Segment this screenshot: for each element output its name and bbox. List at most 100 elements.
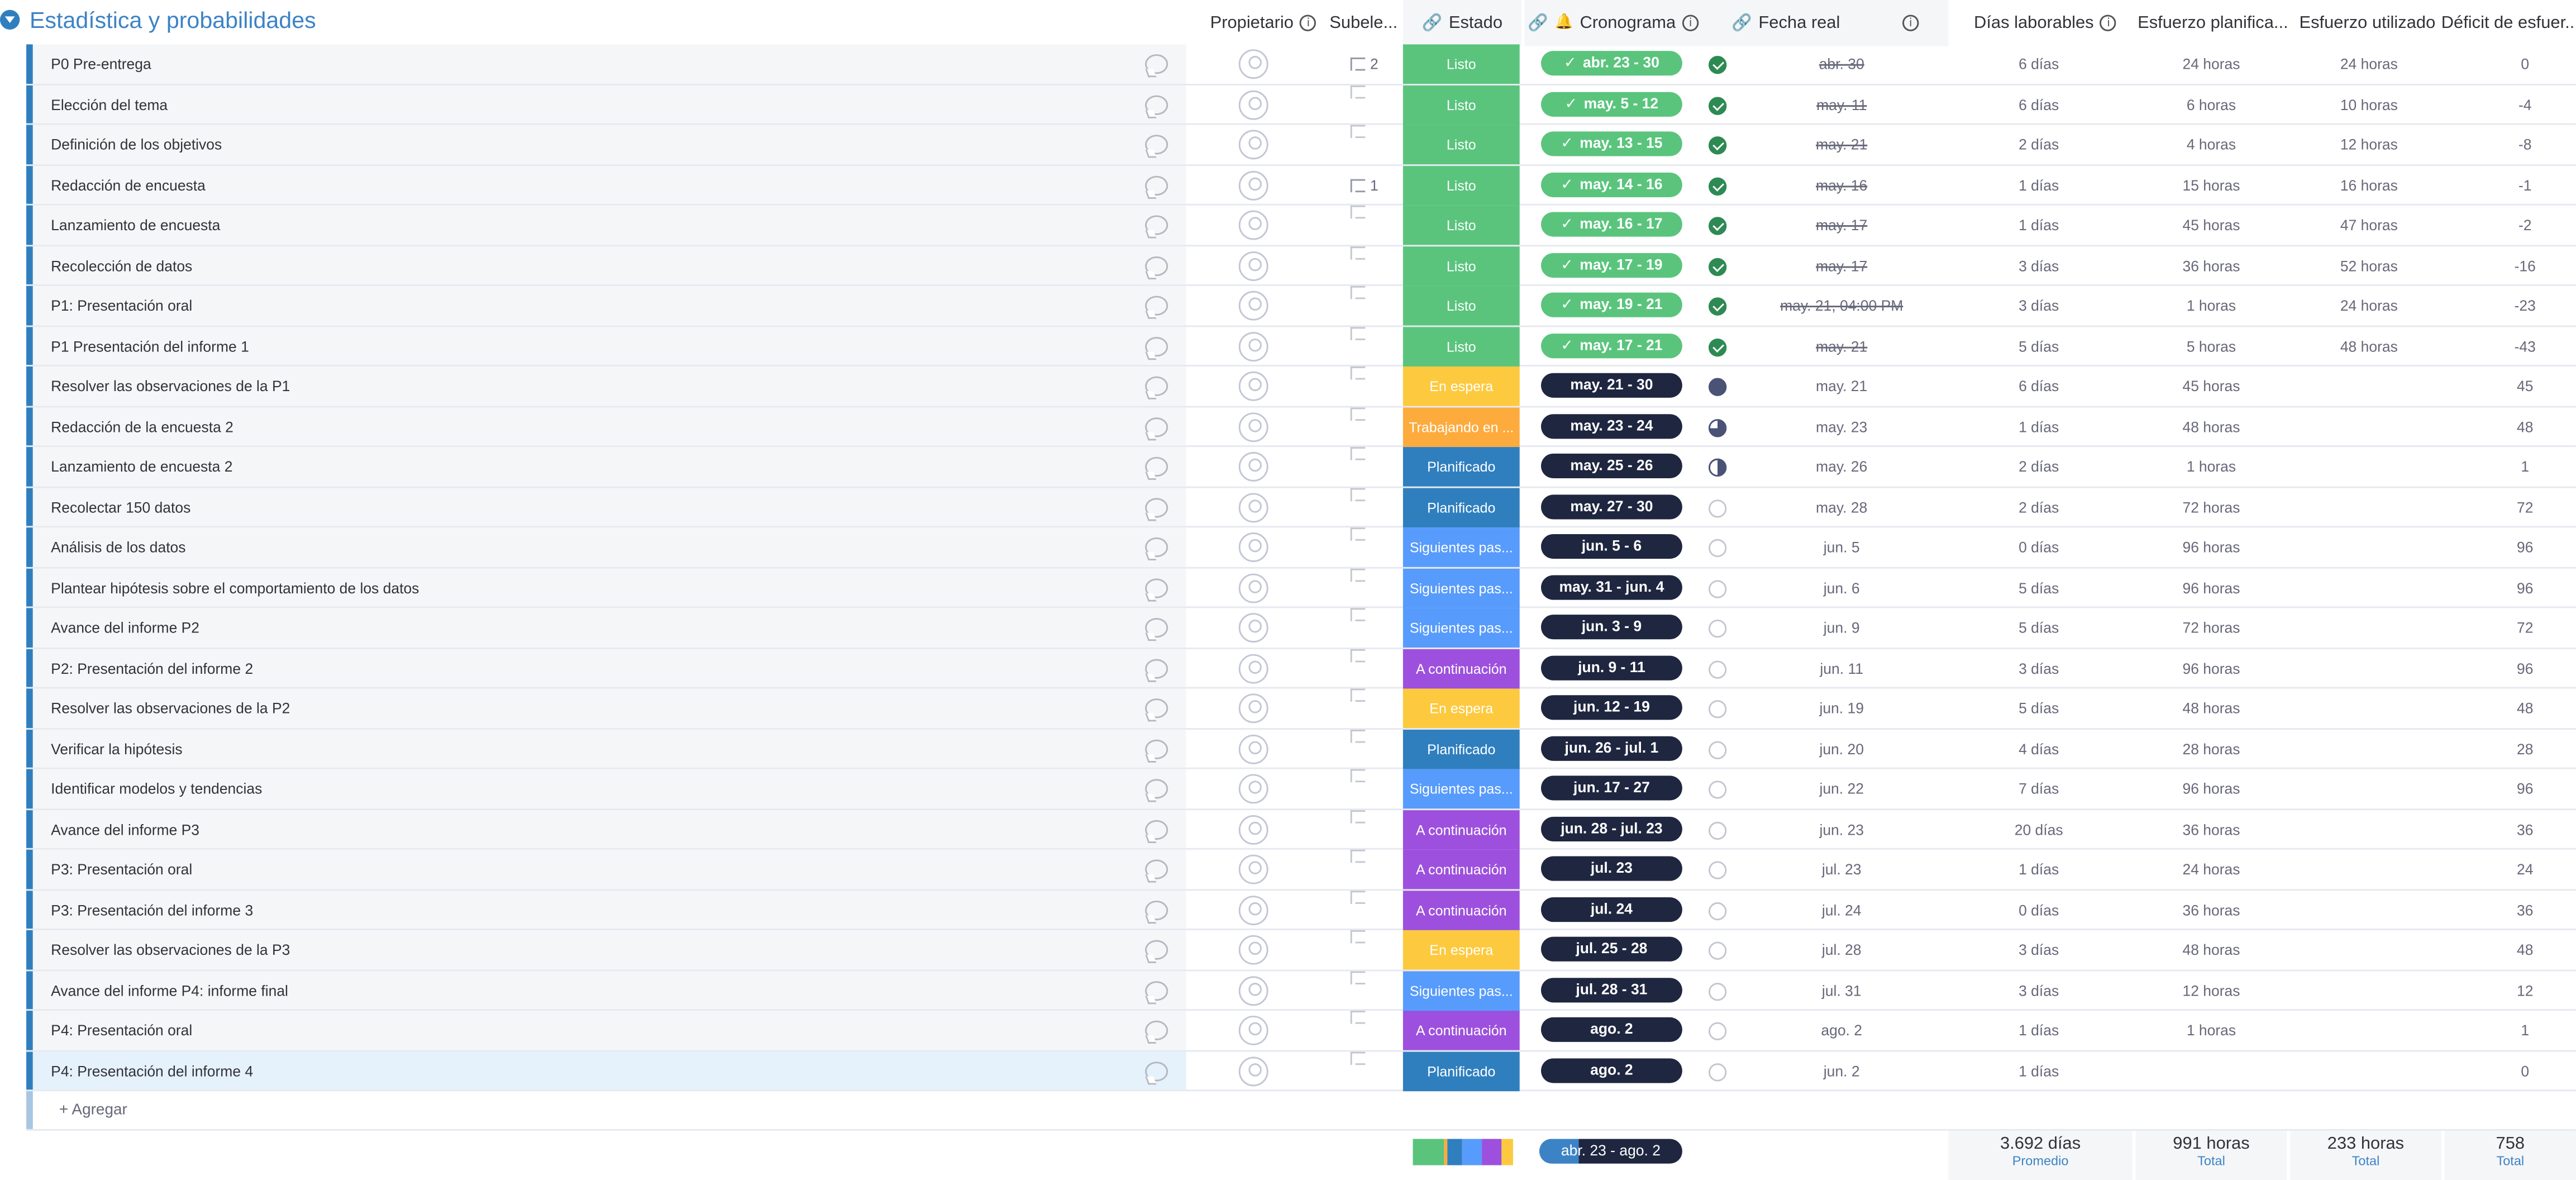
subitems-cell[interactable]	[1350, 930, 1370, 944]
deficit-value[interactable]: 1	[2448, 1011, 2576, 1050]
actual-date[interactable]: may. 17	[1735, 246, 1948, 286]
table-row[interactable]: P4: Presentación oral A continuación ago…	[26, 1011, 2576, 1051]
table-row[interactable]: Redacción de la encuesta 2 Trabajando en…	[26, 407, 2576, 448]
deficit-value[interactable]: 48	[2448, 407, 2576, 446]
actual-date[interactable]: jun. 19	[1735, 688, 1948, 728]
item-name[interactable]: Redacción de la encuesta 2	[51, 407, 233, 446]
chat-bubble-icon[interactable]	[1145, 940, 1168, 960]
timeline-pill[interactable]: may. 31 - jun. 4	[1540, 574, 1682, 599]
table-row[interactable]: Resolver las observaciones de la P1 En e…	[26, 366, 2576, 407]
chat-bubble-icon[interactable]	[1145, 779, 1168, 799]
subitems-cell[interactable]	[1350, 286, 1370, 299]
status-label[interactable]: En espera	[1403, 366, 1520, 406]
item-name[interactable]: P1 Presentación del informe 1	[51, 326, 249, 366]
timeline-pill[interactable]: may. 23 - 24	[1540, 413, 1682, 438]
workdays-value[interactable]: 0 días	[1948, 890, 2129, 930]
deficit-value[interactable]: -2	[2448, 206, 2576, 245]
timeline-pill[interactable]: jun. 28 - jul. 23	[1540, 816, 1682, 841]
workdays-value[interactable]: 20 días	[1948, 810, 2129, 849]
person-icon[interactable]	[1238, 935, 1268, 965]
subitems-cell[interactable]	[1350, 809, 1370, 823]
deficit-summary[interactable]: 758 Total	[2444, 1130, 2576, 1180]
deficit-value[interactable]: -43	[2448, 326, 2576, 366]
used-effort-summary[interactable]: 233 horas Total	[2290, 1130, 2441, 1180]
item-name[interactable]: P2: Presentación del informe 2	[51, 648, 253, 688]
timeline-pill[interactable]: ago. 2	[1540, 1017, 1682, 1042]
status-label[interactable]: Listo	[1403, 205, 1520, 245]
planned-effort-value[interactable]: 6 horas	[2133, 84, 2290, 124]
table-row[interactable]: Avance del informe P4: informe final Sig…	[26, 970, 2576, 1011]
item-name[interactable]: Redacción de encuesta	[51, 165, 206, 205]
subitems-cell[interactable]	[1350, 84, 1370, 98]
workdays-value[interactable]: 1 días	[1948, 1011, 2129, 1050]
actual-date[interactable]: may. 28	[1735, 487, 1948, 527]
actual-date[interactable]: jun. 20	[1735, 729, 1948, 769]
add-item-button[interactable]: + Agregar	[59, 1091, 127, 1131]
actual-date[interactable]: jun. 11	[1735, 648, 1948, 688]
deficit-value[interactable]: 96	[2448, 648, 2576, 688]
info-icon[interactable]: i	[2100, 15, 2117, 31]
timeline-pill[interactable]: jun. 5 - 6	[1540, 534, 1682, 559]
timeline-pill[interactable]: jul. 24	[1540, 896, 1682, 921]
table-row[interactable]: Definición de los objetivos Listo ✓ may. …	[26, 125, 2576, 165]
workdays-value[interactable]: 5 días	[1948, 688, 2129, 728]
subitems-cell[interactable]	[1350, 125, 1370, 139]
person-icon[interactable]	[1238, 693, 1268, 724]
subitems-cell[interactable]	[1350, 1011, 1370, 1024]
deficit-value[interactable]: 48	[2448, 930, 2576, 970]
person-icon[interactable]	[1238, 210, 1268, 240]
workdays-value[interactable]: 2 días	[1948, 447, 2129, 487]
person-icon[interactable]	[1238, 653, 1268, 683]
status-label[interactable]: En espera	[1403, 688, 1520, 729]
table-row[interactable]: Recolección de datos Listo ✓ may. 17 - 19…	[26, 245, 2576, 286]
table-row[interactable]: P0 Pre-entrega 2 Listo ✓ abr. 23 - 30 abr…	[26, 44, 2576, 85]
planned-effort-value[interactable]: 36 horas	[2133, 810, 2290, 849]
group-title[interactable]: Estadística y probabilidades	[30, 7, 316, 33]
item-name[interactable]: Definición de los objetivos	[51, 125, 222, 165]
status-label[interactable]: Siguientes pas...	[1403, 769, 1520, 809]
subitems-cell[interactable]	[1350, 366, 1370, 380]
chat-bubble-icon[interactable]	[1145, 215, 1168, 235]
used-effort-value[interactable]: 47 horas	[2290, 206, 2448, 245]
deficit-value[interactable]: 45	[2448, 367, 2576, 406]
planned-effort-value[interactable]: 96 horas	[2133, 769, 2290, 809]
item-name[interactable]: P0 Pre-entrega	[51, 44, 151, 84]
chat-bubble-icon[interactable]	[1145, 1020, 1168, 1040]
status-label[interactable]: A continuación	[1403, 1011, 1520, 1050]
table-row[interactable]: P3: Presentación del informe 3 A continu…	[26, 889, 2576, 930]
workdays-value[interactable]: 3 días	[1948, 246, 2129, 286]
workdays-value[interactable]: 0 días	[1948, 527, 2129, 567]
deficit-value[interactable]: -23	[2448, 286, 2576, 326]
chat-bubble-icon[interactable]	[1145, 456, 1168, 477]
chat-bubble-icon[interactable]	[1145, 859, 1168, 879]
person-icon[interactable]	[1238, 451, 1268, 482]
actual-date[interactable]: may. 23	[1735, 407, 1948, 446]
planned-effort-value[interactable]: 1 horas	[2133, 286, 2290, 326]
workdays-value[interactable]: 1 días	[1948, 1051, 2129, 1091]
subitems-cell[interactable]	[1350, 688, 1370, 702]
chat-bubble-icon[interactable]	[1145, 618, 1168, 638]
chat-bubble-icon[interactable]	[1145, 698, 1168, 719]
person-icon[interactable]	[1238, 130, 1268, 160]
item-name[interactable]: Recolección de datos	[51, 246, 192, 286]
person-icon[interactable]	[1238, 613, 1268, 643]
actual-date[interactable]: may. 21, 04:00 PM	[1735, 286, 1948, 326]
item-name[interactable]: Avance del informe P3	[51, 810, 199, 849]
workdays-value[interactable]: 6 días	[1948, 84, 2129, 124]
subitems-cell[interactable]	[1350, 447, 1370, 460]
item-name[interactable]: Lanzamiento de encuesta 2	[51, 447, 232, 487]
status-label[interactable]: Trabajando en ...	[1403, 407, 1520, 446]
person-icon[interactable]	[1238, 170, 1268, 200]
column-header-used-effort[interactable]: Esfuerzo utilizado	[2290, 0, 2444, 46]
actual-date[interactable]: ago. 2	[1735, 1011, 1948, 1050]
workdays-summary[interactable]: 3.692 días Promedio	[1948, 1130, 2133, 1180]
table-row[interactable]: Resolver las observaciones de la P3 En e…	[26, 930, 2576, 970]
actual-date[interactable]: jun. 6	[1735, 568, 1948, 607]
person-icon[interactable]	[1238, 331, 1268, 361]
item-name[interactable]: Lanzamiento de encuesta	[51, 206, 220, 245]
status-label[interactable]: Planificado	[1403, 1051, 1520, 1091]
used-effort-value[interactable]: 10 horas	[2290, 84, 2448, 124]
timeline-pill[interactable]: ✓ may. 17 - 19	[1540, 252, 1682, 277]
deficit-value[interactable]: 96	[2448, 769, 2576, 809]
actual-date[interactable]: jun. 2	[1735, 1051, 1948, 1091]
